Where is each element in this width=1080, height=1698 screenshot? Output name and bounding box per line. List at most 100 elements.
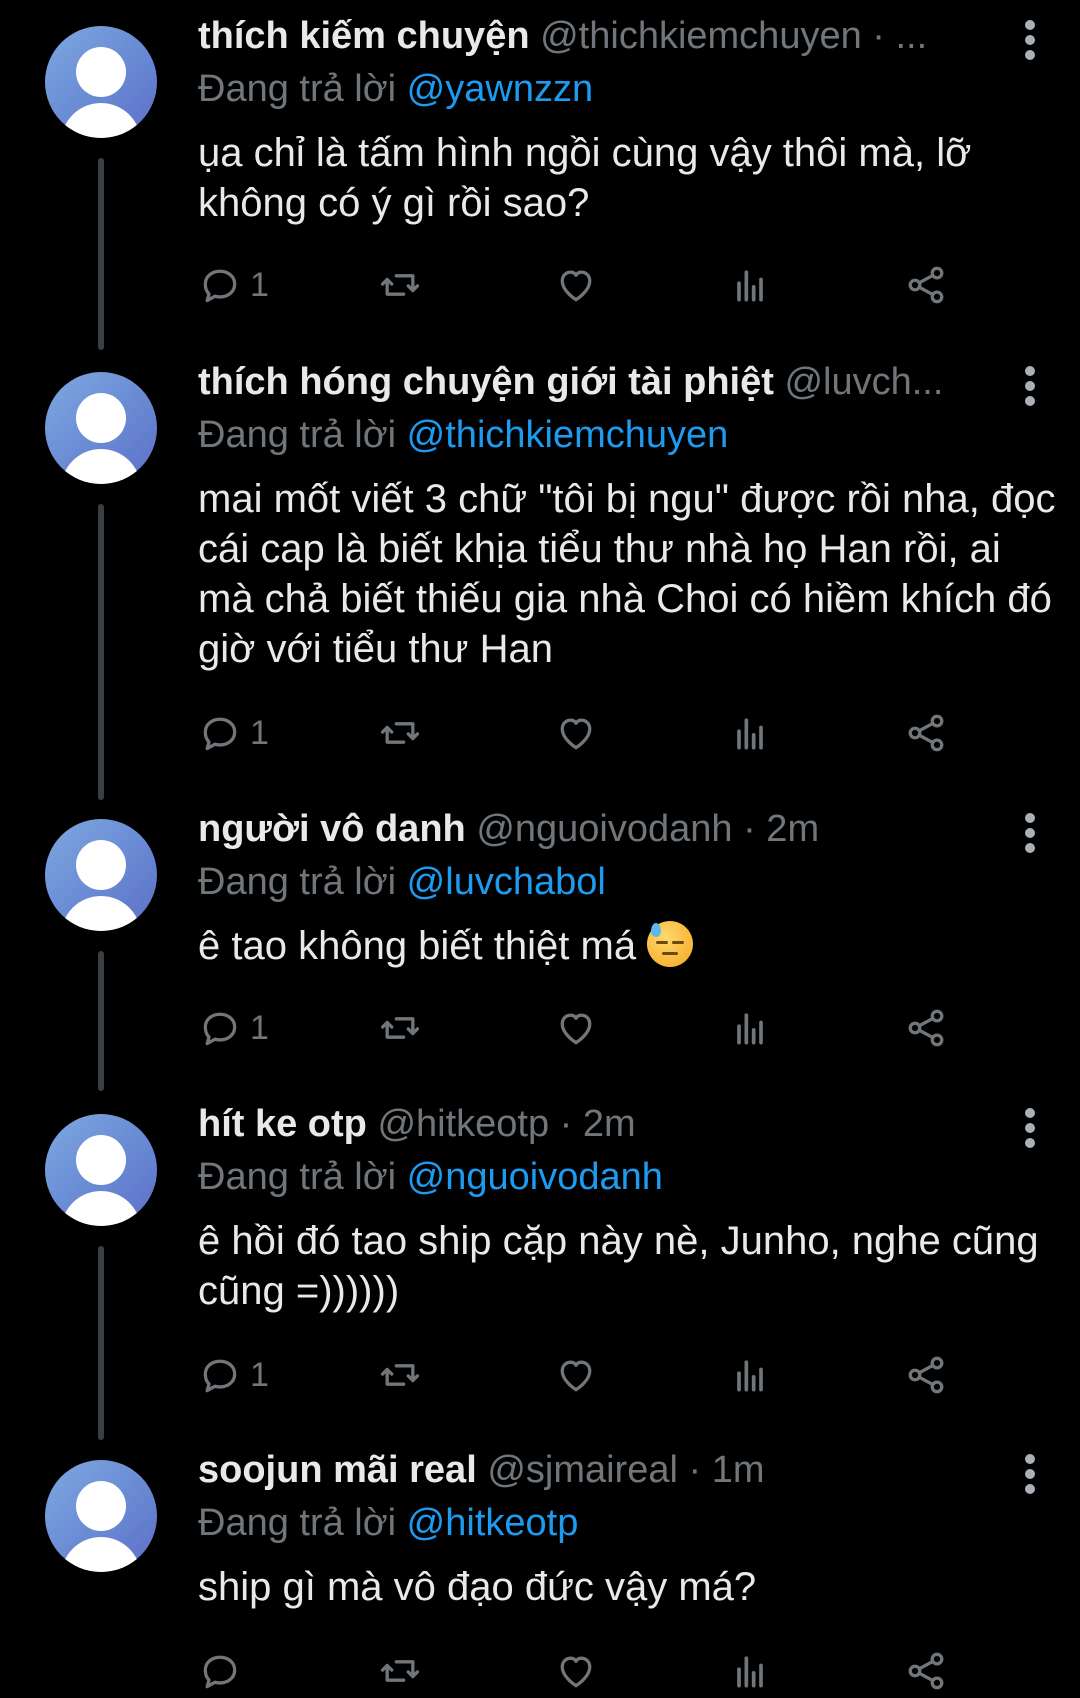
- more-icon[interactable]: [1025, 1108, 1035, 1148]
- reply-count: 1: [250, 265, 269, 304]
- like-button[interactable]: [554, 1646, 598, 1696]
- tweet-content: hít ke otp @hitkeotp · 2m Đang trả lời @…: [198, 1088, 1040, 1316]
- display-name[interactable]: soojun mãi real: [198, 1449, 477, 1491]
- share-icon: [908, 1356, 944, 1394]
- more-icon[interactable]: [1025, 20, 1035, 60]
- tweet-header: hít ke otp @hitkeotp · 2m: [198, 1096, 988, 1152]
- more-icon[interactable]: [1025, 813, 1035, 853]
- views-icon: [737, 270, 763, 302]
- tweet-actions: [198, 1646, 1020, 1696]
- views-icon: [737, 1656, 763, 1688]
- like-button[interactable]: [554, 260, 598, 310]
- replying-to: Đang trả lời @luvchabol: [198, 857, 1040, 907]
- share-icon: [908, 266, 944, 304]
- tweet-header: thích kiếm chuyện @thichkiemchuyen · ...: [198, 8, 988, 64]
- share-button[interactable]: [904, 260, 948, 310]
- retweet-button[interactable]: [378, 708, 422, 758]
- replying-to-label: Đang trả lời: [198, 68, 407, 110]
- tweet-header: thích hóng chuyện giới tài phiệt @luvch.…: [198, 354, 988, 410]
- share-button[interactable]: [904, 1350, 948, 1400]
- display-name[interactable]: hít ke otp: [198, 1103, 367, 1145]
- retweet-button[interactable]: [378, 1003, 422, 1053]
- mention-link[interactable]: @nguoivodanh: [407, 1156, 663, 1198]
- tweet-content: thích hóng chuyện giới tài phiệt @luvch.…: [198, 346, 1055, 674]
- tweet-actions: 1: [198, 260, 1020, 310]
- reply-thread: thích kiếm chuyện @thichkiemchuyen · ...…: [0, 0, 1080, 1698]
- like-button[interactable]: [554, 708, 598, 758]
- handle[interactable]: @luvch...: [784, 361, 943, 403]
- thread-line: [98, 951, 104, 1091]
- tweet-text: ụa chỉ là tấm hình ngồi cùng vậy thôi mà…: [198, 131, 972, 225]
- avatar[interactable]: [45, 819, 157, 931]
- display-name[interactable]: người vô danh: [198, 808, 466, 850]
- tweet-actions: 1: [198, 1350, 1020, 1400]
- reply-icon: [203, 1012, 237, 1046]
- reply-button[interactable]: 1: [198, 708, 269, 758]
- handle[interactable]: @hitkeotp · 2m: [377, 1103, 635, 1145]
- avatar[interactable]: [45, 1460, 157, 1572]
- tweet-text: ê tao không biết thiệt má: [198, 924, 637, 968]
- mention-link[interactable]: @luvchabol: [407, 861, 606, 903]
- handle[interactable]: @thichkiemchuyen · ...: [540, 15, 927, 57]
- tweet-text: ê hồi đó tao ship cặp này nè, Junho, ngh…: [198, 1219, 1039, 1313]
- like-icon: [560, 1360, 592, 1392]
- reply-button[interactable]: [198, 1646, 250, 1696]
- retweet-button[interactable]: [378, 1646, 422, 1696]
- views-icon: [737, 718, 763, 750]
- tweet-text-row: ê tao không biết thiệt má: [198, 921, 1058, 971]
- retweet-button[interactable]: [378, 1350, 422, 1400]
- reply-count: 1: [250, 1355, 269, 1394]
- tweet-header: soojun mãi real @sjmaireal · 1m: [198, 1442, 988, 1498]
- like-button[interactable]: [554, 1350, 598, 1400]
- mention-link[interactable]: @yawnzzn: [407, 68, 593, 110]
- avatar[interactable]: [45, 1114, 157, 1226]
- share-icon: [908, 714, 944, 752]
- like-icon: [560, 718, 592, 750]
- replying-to-label: Đang trả lời: [198, 414, 407, 456]
- handle[interactable]: @sjmaireal · 1m: [487, 1449, 764, 1491]
- views-button[interactable]: [728, 1646, 772, 1696]
- replying-to: Đang trả lời @nguoivodanh: [198, 1152, 1040, 1202]
- retweet-button[interactable]: [378, 260, 422, 310]
- sad-sweat-emoji: [647, 921, 694, 967]
- share-icon: [908, 1009, 944, 1047]
- display-name[interactable]: thích hóng chuyện giới tài phiệt: [198, 361, 774, 403]
- tweet-actions: 1: [198, 708, 1020, 758]
- more-icon[interactable]: [1025, 366, 1035, 406]
- share-button[interactable]: [904, 1003, 948, 1053]
- views-icon: [737, 1360, 763, 1392]
- reply-button[interactable]: 1: [198, 1003, 269, 1053]
- like-icon: [560, 270, 592, 302]
- mention-link[interactable]: @hitkeotp: [407, 1502, 579, 1544]
- share-button[interactable]: [904, 708, 948, 758]
- replying-to: Đang trả lời @hitkeotp: [198, 1498, 1040, 1548]
- tweet-header: người vô danh @nguoivodanh · 2m: [198, 801, 988, 857]
- retweet-icon: [380, 1364, 420, 1386]
- replying-to: Đang trả lời @yawnzzn: [198, 64, 1040, 114]
- thread-line: [98, 158, 104, 350]
- like-button[interactable]: [554, 1003, 598, 1053]
- views-button[interactable]: [728, 1003, 772, 1053]
- thread-line: [98, 504, 104, 800]
- views-button[interactable]: [728, 260, 772, 310]
- handle[interactable]: @nguoivodanh · 2m: [476, 808, 819, 850]
- reply-button[interactable]: 1: [198, 260, 269, 310]
- tweet-actions: 1: [198, 1003, 1020, 1053]
- retweet-icon: [380, 274, 420, 296]
- views-button[interactable]: [728, 1350, 772, 1400]
- replying-to-label: Đang trả lời: [198, 1156, 407, 1198]
- share-button[interactable]: [904, 1646, 948, 1696]
- reply-icon: [203, 1359, 237, 1393]
- views-button[interactable]: [728, 708, 772, 758]
- mention-link[interactable]: @thichkiemchuyen: [407, 414, 729, 456]
- tweet-text: ship gì mà vô đạo đức vậy má?: [198, 1565, 757, 1609]
- avatar[interactable]: [45, 26, 157, 138]
- like-icon: [560, 1656, 592, 1688]
- more-icon[interactable]: [1025, 1454, 1035, 1494]
- avatar[interactable]: [45, 372, 157, 484]
- reply-icon: [203, 269, 237, 303]
- tweet-text: mai mốt viết 3 chữ "tôi bị ngu" được rồi…: [198, 477, 1056, 671]
- reply-button[interactable]: 1: [198, 1350, 269, 1400]
- display-name[interactable]: thích kiếm chuyện: [198, 15, 530, 57]
- retweet-icon: [380, 1660, 420, 1682]
